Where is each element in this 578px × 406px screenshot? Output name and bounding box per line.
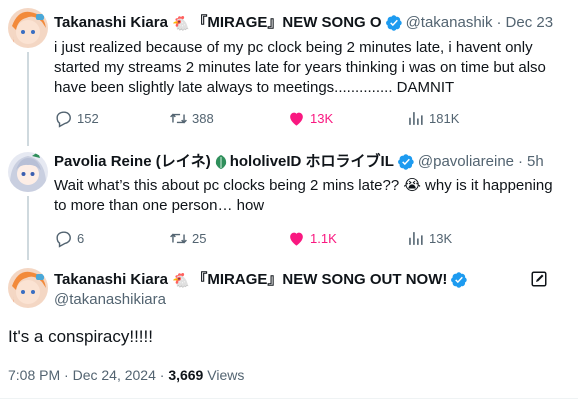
- repost-count: 25: [192, 230, 207, 246]
- display-name[interactable]: Takanashi Kiara: [54, 270, 168, 290]
- repost-button[interactable]: 388: [169, 108, 214, 128]
- reply-icon: [56, 110, 71, 128]
- display-name-suffix[interactable]: 『MIRAGE』NEW SONG OUT NOW!: [192, 270, 447, 290]
- like-button[interactable]: 1.1K: [287, 228, 337, 248]
- views-icon: [409, 111, 423, 125]
- handle[interactable]: @takanashikiara: [54, 290, 166, 310]
- repost-count: 388: [192, 110, 214, 126]
- timestamp[interactable]: 5h: [527, 152, 544, 172]
- timestamp[interactable]: Dec 23: [506, 13, 554, 33]
- heart-icon: [290, 112, 303, 126]
- reply-count: 152: [77, 110, 99, 126]
- main-tweet-text: It's a conspiracy!!!!!: [8, 327, 153, 346]
- edit-icon[interactable]: [530, 270, 548, 288]
- tweet-header: Takanashi Kiara 🐔 『MIRAGE』NEW SONG O @ta…: [54, 13, 570, 33]
- like-button[interactable]: 13K: [287, 108, 333, 128]
- chicken-emoji: 🐔: [171, 272, 190, 288]
- views-icon: [409, 231, 423, 245]
- verified-badge-icon: [385, 15, 402, 31]
- post-timestamp[interactable]: 7:08 PM · Dec 24, 2024 ·: [8, 367, 168, 383]
- display-name[interactable]: Pavolia Reine (レイネ): [54, 152, 211, 172]
- repost-button[interactable]: 25: [169, 228, 206, 248]
- verified-badge-icon: [451, 272, 468, 288]
- display-name-suffix[interactable]: hololiveID ホロライブIL: [230, 152, 394, 172]
- separator-dot: ·: [496, 14, 502, 31]
- view-count: 13K: [429, 230, 453, 246]
- thread-connector-line-2: [27, 196, 29, 260]
- tweet-kiara-original[interactable]: Takanashi Kiara 🐔 『MIRAGE』NEW SONG O @ta…: [0, 0, 578, 146]
- avatar-reine[interactable]: [8, 152, 48, 192]
- separator-dot: ·: [518, 153, 524, 170]
- tweet-text: i just realized because of my pc clock b…: [54, 39, 546, 96]
- avatar-kiara[interactable]: [8, 268, 48, 308]
- action-bar: 152 388 13K 181K: [54, 108, 566, 128]
- repost-icon: [170, 113, 187, 123]
- reply-count: 6: [77, 230, 85, 246]
- thread-connector-line: [27, 52, 29, 146]
- display-name-suffix[interactable]: 『MIRAGE』NEW SONG O: [192, 13, 381, 33]
- display-name[interactable]: Takanashi Kiara: [54, 13, 168, 33]
- repost-icon: [170, 233, 187, 243]
- handle[interactable]: @takanashik: [406, 13, 493, 33]
- views-button[interactable]: 13K: [406, 228, 452, 248]
- views-count: 3,669: [168, 367, 204, 383]
- handle[interactable]: @pavoliareine: [418, 152, 514, 172]
- like-count: 13K: [310, 110, 334, 126]
- reply-button[interactable]: 6: [54, 228, 84, 248]
- tweet-meta: 7:08 PM · Dec 24, 2024 · 3,669 Views: [8, 366, 244, 384]
- handle-row: @takanashikiara: [54, 290, 570, 310]
- chicken-emoji: 🐔: [171, 15, 190, 31]
- view-count: 181K: [429, 110, 460, 126]
- verified-badge-icon: [397, 154, 414, 170]
- reply-button[interactable]: 152: [54, 108, 99, 128]
- views-button[interactable]: 181K: [406, 108, 459, 128]
- leaf-icon: [215, 155, 226, 169]
- like-count: 1.1K: [310, 230, 337, 246]
- reply-icon: [56, 230, 71, 248]
- heart-icon: [290, 232, 303, 246]
- tweet-text: Wait what’s this about pc clocks being 2…: [54, 177, 553, 214]
- views-label: Views: [203, 367, 245, 383]
- avatar-kiara[interactable]: [8, 8, 48, 48]
- action-bar: 6 25 1.1K 13K: [54, 228, 566, 248]
- tweet-header: Pavolia Reine (レイネ) hololiveID ホロライブIL @…: [54, 152, 570, 172]
- tweet-reine-reply[interactable]: Pavolia Reine (レイネ) hololiveID ホロライブIL @…: [0, 146, 578, 260]
- tweet-header: Takanashi Kiara 🐔 『MIRAGE』NEW SONG OUT N…: [54, 270, 518, 290]
- divider: [0, 398, 578, 399]
